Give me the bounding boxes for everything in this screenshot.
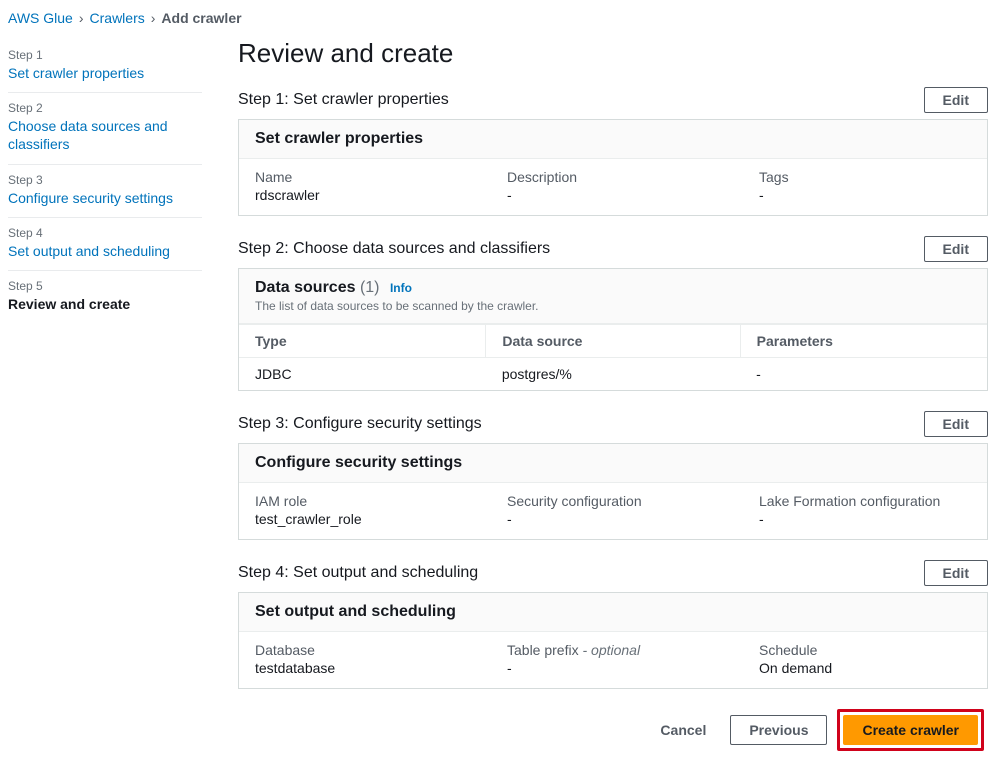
info-link[interactable]: Info (390, 281, 412, 295)
wizard-step-num: Step 1 (8, 48, 202, 62)
wizard-step-label[interactable]: Set output and scheduling (8, 242, 202, 260)
section-title: Step 2: Choose data sources and classifi… (238, 240, 550, 258)
edit-step1-button[interactable]: Edit (924, 87, 988, 113)
prop-label-table-prefix-text: Table prefix (507, 642, 579, 658)
wizard-step-4[interactable]: Step 4 Set output and scheduling (8, 218, 202, 271)
chevron-right-icon: › (151, 10, 156, 26)
section-title: Step 4: Set output and scheduling (238, 564, 478, 582)
wizard-step-label: Review and create (8, 295, 202, 313)
review-step4: Step 4: Set output and scheduling Edit S… (238, 560, 988, 689)
panel-title: Set output and scheduling (255, 603, 971, 621)
prop-label-tags: Tags (759, 169, 971, 185)
prop-label-security-config: Security configuration (507, 493, 719, 509)
panel-title-text: Data sources (255, 279, 356, 296)
table-row: JDBC postgres/% - (239, 358, 987, 391)
breadcrumb: AWS Glue › Crawlers › Add crawler (0, 0, 1000, 32)
prop-value-tags: - (759, 187, 971, 203)
prop-label-description: Description (507, 169, 719, 185)
edit-step4-button[interactable]: Edit (924, 560, 988, 586)
wizard-step-label[interactable]: Configure security settings (8, 189, 202, 207)
prop-label-table-prefix: Table prefix - optional (507, 642, 719, 658)
page-title: Review and create (238, 38, 988, 69)
review-step3: Step 3: Configure security settings Edit… (238, 411, 988, 540)
data-sources-table: Type Data source Parameters JDBC postgre… (239, 324, 987, 390)
review-step2: Step 2: Choose data sources and classifi… (238, 236, 988, 391)
prop-label-name: Name (255, 169, 467, 185)
panel-title: Configure security settings (255, 454, 971, 472)
breadcrumb-crawlers[interactable]: Crawlers (90, 10, 145, 26)
review-step1: Step 1: Set crawler properties Edit Set … (238, 87, 988, 216)
data-sources-count: (1) (360, 279, 380, 296)
col-data-source: Data source (486, 325, 740, 358)
section-title: Step 1: Set crawler properties (238, 91, 449, 109)
optional-hint: - optional (579, 642, 640, 658)
prop-value-lake-formation: - (759, 511, 971, 527)
prop-value-schedule: On demand (759, 660, 971, 676)
col-parameters: Parameters (740, 325, 987, 358)
prop-label-lake-formation: Lake Formation configuration (759, 493, 971, 509)
wizard-step-5: Step 5 Review and create (8, 271, 202, 323)
prop-label-database: Database (255, 642, 467, 658)
col-type: Type (239, 325, 486, 358)
cancel-button[interactable]: Cancel (646, 716, 720, 744)
chevron-right-icon: › (79, 10, 84, 26)
prop-value-description: - (507, 187, 719, 203)
panel-title: Set crawler properties (255, 130, 971, 148)
section-title: Step 3: Configure security settings (238, 415, 482, 433)
wizard-step-num: Step 2 (8, 101, 202, 115)
prop-value-database: testdatabase (255, 660, 467, 676)
prop-label-schedule: Schedule (759, 642, 971, 658)
wizard-step-num: Step 5 (8, 279, 202, 293)
wizard-step-label[interactable]: Choose data sources and classifiers (8, 117, 202, 153)
panel-subhead: The list of data sources to be scanned b… (255, 299, 971, 313)
wizard-step-label[interactable]: Set crawler properties (8, 64, 202, 82)
panel-title: Data sources (1) Info (255, 279, 971, 297)
cell-data-source: postgres/% (486, 358, 740, 391)
breadcrumb-current: Add crawler (161, 10, 241, 26)
create-crawler-button[interactable]: Create crawler (843, 715, 978, 745)
prop-label-iam-role: IAM role (255, 493, 467, 509)
wizard-step-2[interactable]: Step 2 Choose data sources and classifie… (8, 93, 202, 164)
prop-value-security-config: - (507, 511, 719, 527)
wizard-sidebar: Step 1 Set crawler properties Step 2 Cho… (0, 32, 210, 763)
wizard-step-num: Step 4 (8, 226, 202, 240)
cell-type: JDBC (239, 358, 486, 391)
wizard-step-1[interactable]: Step 1 Set crawler properties (8, 40, 202, 93)
edit-step3-button[interactable]: Edit (924, 411, 988, 437)
main-content: Review and create Step 1: Set crawler pr… (210, 32, 1000, 763)
primary-action-highlight: Create crawler (837, 709, 984, 751)
cell-parameters: - (740, 358, 987, 391)
wizard-step-3[interactable]: Step 3 Configure security settings (8, 165, 202, 218)
prop-value-table-prefix: - (507, 660, 719, 676)
prop-value-iam-role: test_crawler_role (255, 511, 467, 527)
previous-button[interactable]: Previous (730, 715, 827, 745)
breadcrumb-root[interactable]: AWS Glue (8, 10, 73, 26)
wizard-footer: Cancel Previous Create crawler (238, 709, 988, 751)
prop-value-name: rdscrawler (255, 187, 467, 203)
wizard-step-num: Step 3 (8, 173, 202, 187)
edit-step2-button[interactable]: Edit (924, 236, 988, 262)
